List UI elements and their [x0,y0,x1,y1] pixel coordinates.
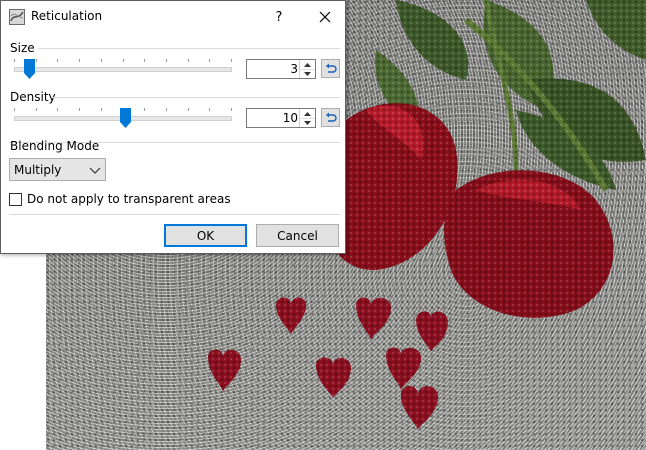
size-reset-button[interactable] [321,59,340,78]
dialog-title: Reticulation [31,9,103,23]
arrow-down-icon [304,120,311,125]
slider-tick [188,108,189,111]
density-spin-arrows [299,109,315,127]
reset-icon [325,112,337,122]
size-separator [38,48,340,49]
density-slider[interactable] [14,108,232,128]
slider-tick [209,59,210,62]
slider-tick [79,59,80,62]
density-slider-thumb[interactable] [120,108,132,128]
blending-mode-dropdown[interactable]: Multiply [9,158,106,181]
slider-tick [79,108,80,111]
density-reset-button[interactable] [321,108,340,127]
size-slider[interactable] [14,59,232,79]
arrow-up-icon [304,62,311,67]
size-value[interactable]: 3 [290,62,298,76]
density-separator [53,97,340,98]
density-value[interactable]: 10 [283,111,298,125]
slider-tick [166,59,167,62]
slider-tick [209,108,210,111]
slider-tick [57,59,58,62]
slider-tick [14,59,15,62]
buttons-separator [9,214,340,215]
size-slider-thumb[interactable] [24,59,36,79]
reticulation-dialog: Reticulation ? Size 3 Density 10 Blendin… [0,0,346,254]
slider-tick [144,59,145,62]
reticulation-app-icon [9,9,25,25]
density-label: Density [10,90,56,104]
slider-tick [14,108,15,111]
slider-tick [101,59,102,62]
density-spinbox[interactable]: 10 [246,108,316,128]
close-button[interactable] [305,1,345,33]
close-icon [319,11,331,23]
slider-tick [231,108,232,111]
cancel-button[interactable]: Cancel [256,224,339,247]
transparent-areas-checkbox[interactable] [9,193,22,206]
blending-mode-label: Blending Mode [10,139,100,153]
help-button[interactable]: ? [261,1,297,33]
blending-mode-value: Multiply [14,163,62,177]
size-decrement-button[interactable] [300,69,315,78]
size-spinbox[interactable]: 3 [246,59,316,79]
slider-tick [166,108,167,111]
transparent-areas-label[interactable]: Do not apply to transparent areas [27,192,231,206]
density-decrement-button[interactable] [300,118,315,127]
arrow-down-icon [304,71,311,76]
slider-tick [57,108,58,111]
size-slider-ticks [14,59,232,63]
slider-tick [36,108,37,111]
size-label: Size [10,41,35,55]
size-slider-track [14,67,232,72]
arrow-up-icon [304,111,311,116]
slider-tick [188,59,189,62]
slider-tick [36,59,37,62]
chevron-down-icon [89,167,101,174]
slider-tick [144,108,145,111]
slider-tick [231,59,232,62]
size-spin-arrows [299,60,315,78]
reset-icon [325,63,337,73]
ok-button[interactable]: OK [164,224,247,247]
slider-tick [101,108,102,111]
title-bar[interactable]: Reticulation ? [1,1,345,33]
slider-tick [123,59,124,62]
